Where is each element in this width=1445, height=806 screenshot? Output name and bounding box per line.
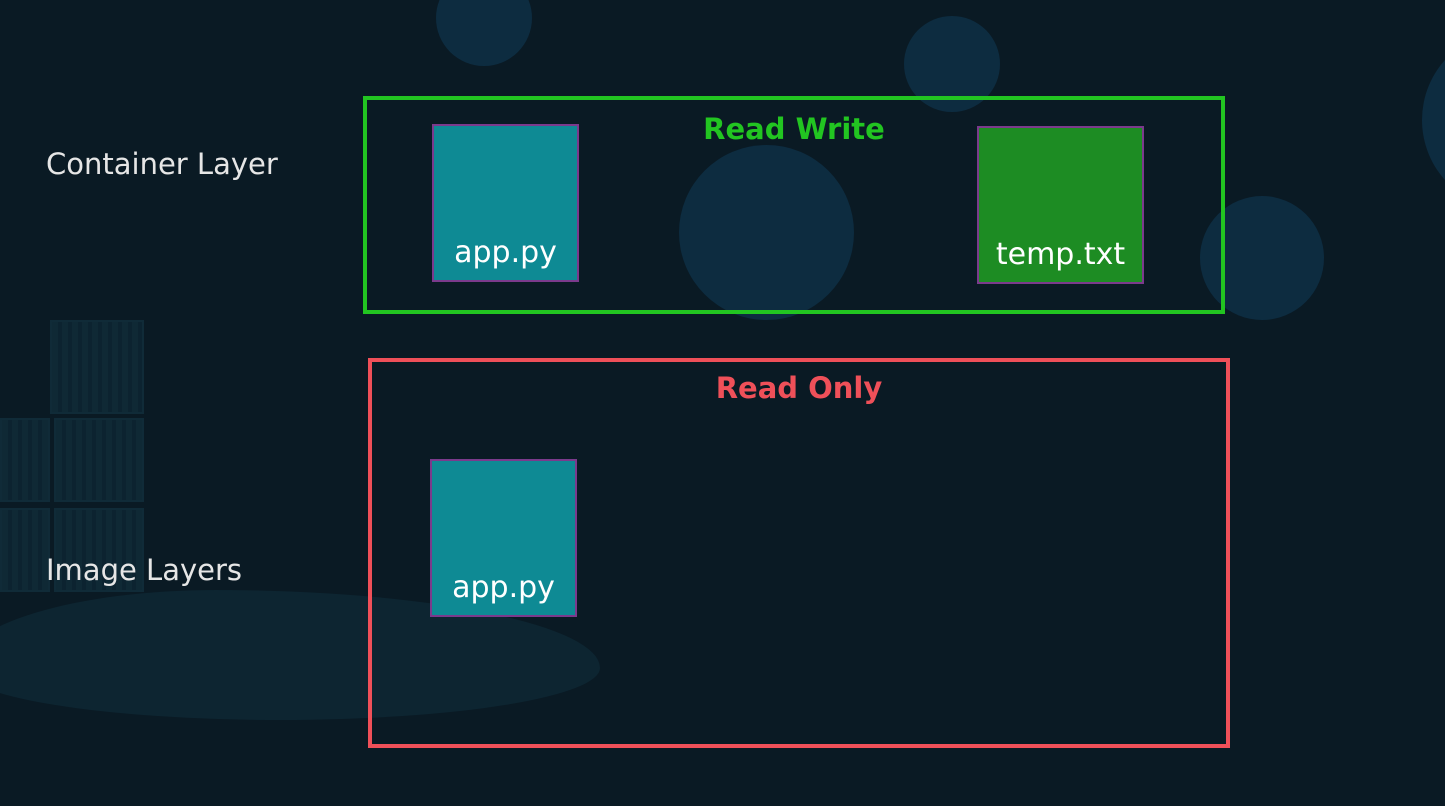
read-only-title: Read Only	[715, 371, 883, 405]
slide: Container Layer Image Layers Read Write …	[0, 0, 1445, 806]
image-layers-label: Image Layers	[46, 553, 243, 587]
file-app-py: app.py	[430, 459, 577, 617]
read-only-layer-box: Read Only app.py	[368, 358, 1230, 748]
background-circle	[436, 0, 532, 66]
file-app-py: app.py	[432, 124, 579, 282]
background-circle	[1422, 30, 1445, 210]
file-temp-txt: temp.txt	[977, 126, 1144, 284]
container-layer-label: Container Layer	[46, 147, 278, 181]
read-write-layer-box: Read Write app.py temp.txt	[363, 96, 1225, 314]
